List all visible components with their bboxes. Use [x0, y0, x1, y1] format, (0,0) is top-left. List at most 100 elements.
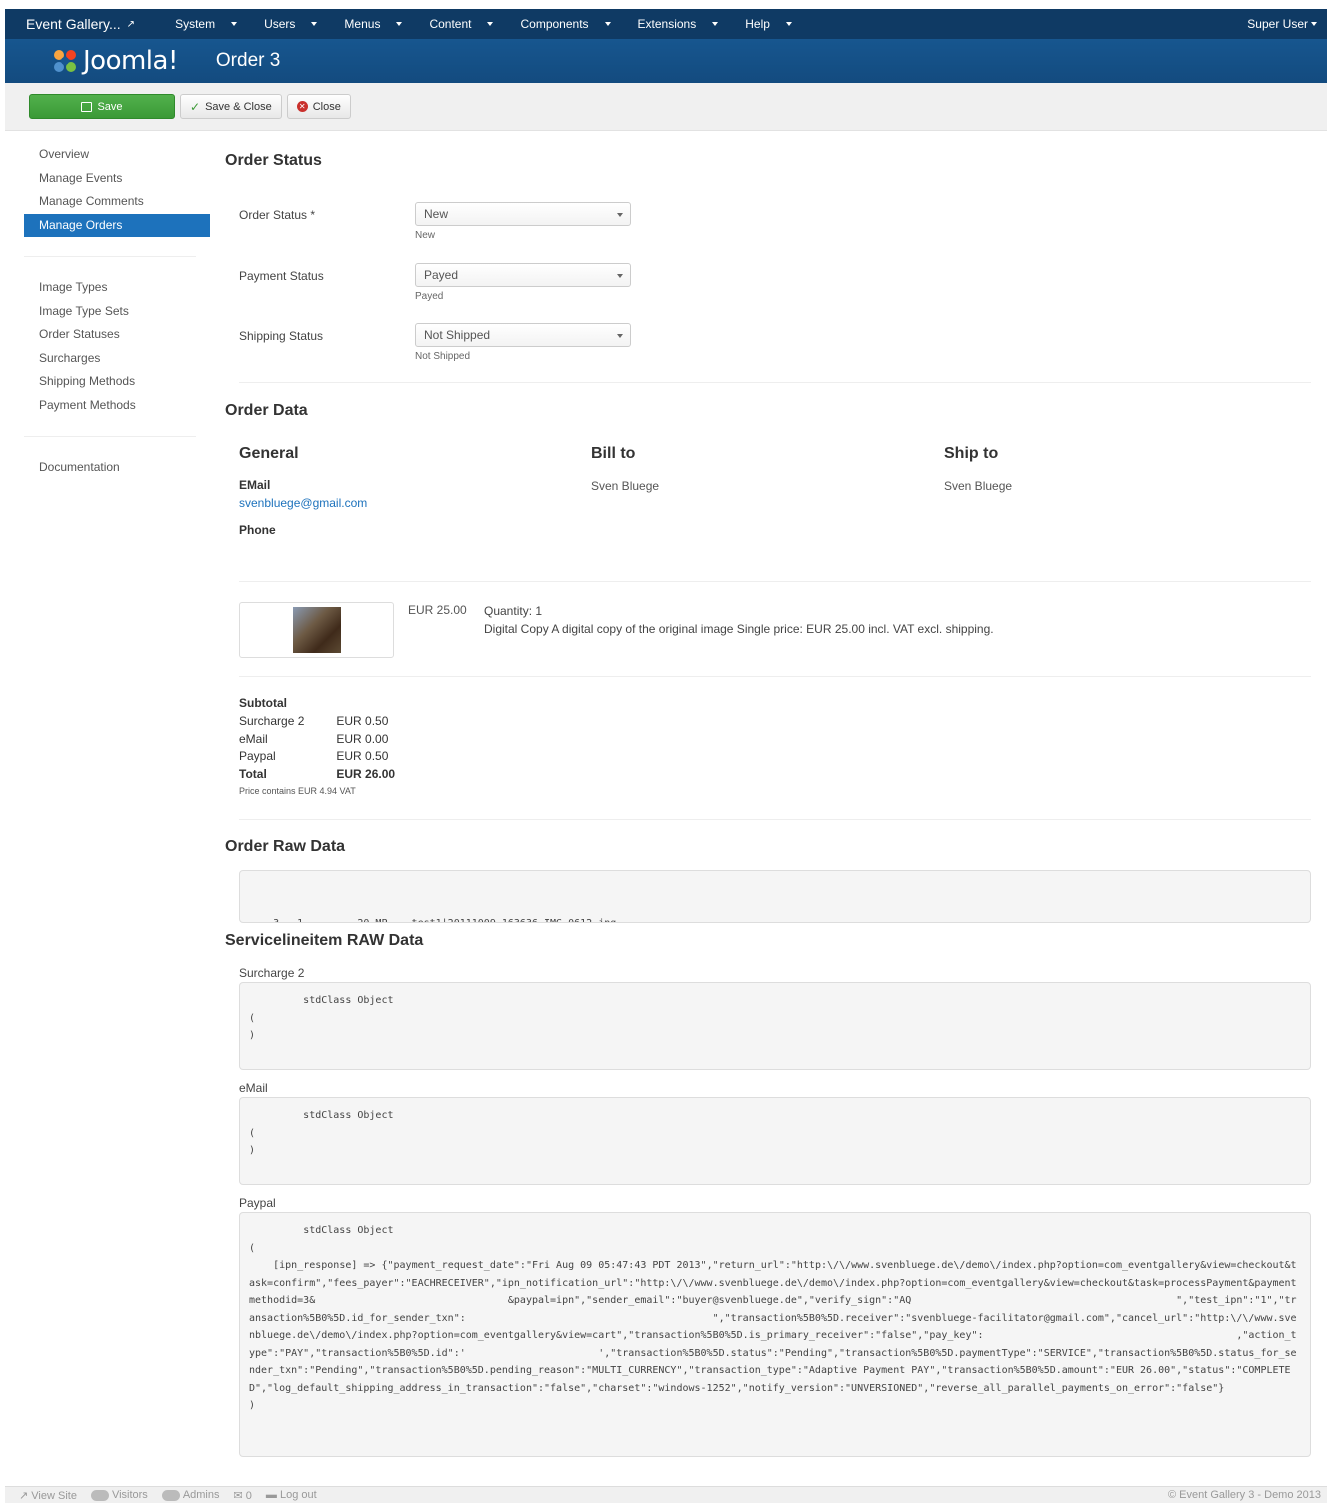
- sidebar-item-manage-orders[interactable]: Manage Orders: [24, 213, 210, 237]
- messages-indicator[interactable]: ✉ 0: [234, 1489, 252, 1502]
- sidebar-item-overview[interactable]: Overview: [24, 143, 210, 167]
- sidebar-item-manage-comments[interactable]: Manage Comments: [24, 190, 210, 214]
- admins-badge-icon: [161, 1489, 180, 1501]
- status-footer: ↗ View Site Visitors Admins ✉ 0 ▬ Log ou…: [5, 1486, 1327, 1503]
- visitors-indicator[interactable]: Visitors: [90, 1489, 148, 1501]
- service-item-label-paypal: Paypal: [239, 1196, 276, 1210]
- line-item-thumbnail-image: [293, 607, 341, 653]
- totals-row-label: Paypal: [239, 749, 276, 764]
- shipping-status-selected: Not Shipped: [424, 328, 491, 342]
- totals-row: eMail EUR 0.00: [239, 731, 427, 749]
- order-status-help: New: [415, 230, 436, 241]
- menu-menus[interactable]: Menus: [326, 17, 411, 31]
- visitors-badge-icon: [90, 1489, 109, 1501]
- totals-table: Surcharge 2 EUR 0.50 eMail EUR 0.00 Payp…: [239, 713, 427, 783]
- check-icon: ✓: [190, 99, 201, 114]
- line-item-description: Digital Copy A digital copy of the origi…: [484, 622, 994, 636]
- vat-note: Price contains EUR 4.94 VAT: [239, 786, 356, 796]
- admins-indicator[interactable]: Admins: [161, 1489, 220, 1501]
- order-status-heading: Order Status: [225, 152, 322, 169]
- page-header: Joomla! Order 3: [5, 39, 1327, 83]
- sidebar-item-shipping-methods[interactable]: Shipping Methods: [24, 370, 210, 394]
- totals-row-total: Total EUR 26.00: [239, 766, 427, 784]
- save-close-button[interactable]: ✓ Save & Close: [180, 94, 282, 119]
- view-site-label: View Site: [31, 1489, 77, 1502]
- close-button[interactable]: ✕ Close: [286, 94, 351, 119]
- sidebar-divider: [24, 436, 196, 437]
- close-icon: ✕: [296, 101, 308, 112]
- sidebar-item-order-statuses[interactable]: Order Statuses: [24, 323, 210, 347]
- divider: [239, 676, 1311, 677]
- external-link-icon: ↗: [19, 1489, 32, 1502]
- close-button-label: Close: [312, 100, 341, 113]
- bill-to-name: Sven Bluege: [591, 479, 660, 493]
- sidebar-item-image-type-sets[interactable]: Image Type Sets: [24, 300, 210, 324]
- menu-users[interactable]: Users: [246, 17, 326, 31]
- caret-down-icon: [604, 22, 611, 26]
- menu-extensions[interactable]: Extensions: [620, 17, 728, 31]
- copyright-text: © Event Gallery 3 - Demo 2013: [1167, 1489, 1321, 1501]
- logout-link[interactable]: ▬ Log out: [266, 1489, 317, 1501]
- user-menu-label: Super User: [1247, 17, 1308, 31]
- service-item-raw-surcharge: stdClass Object ( ): [239, 982, 1311, 1070]
- site-brand-label: Event Gallery...: [26, 16, 121, 32]
- order-status-select[interactable]: New: [415, 202, 631, 226]
- service-item-label-surcharge: Surcharge 2: [239, 966, 305, 980]
- save-close-button-label: Save & Close: [205, 100, 272, 113]
- servicelineitem-raw-heading: Servicelineitem RAW Data: [225, 932, 424, 949]
- save-button[interactable]: Save: [29, 94, 175, 119]
- ship-to-heading: Ship to: [944, 445, 999, 462]
- caret-down-icon: [712, 22, 719, 26]
- shipping-status-label: Shipping Status: [239, 329, 324, 343]
- menu-help[interactable]: Help: [727, 17, 801, 31]
- total-value: EUR 26.00: [336, 766, 396, 781]
- payment-status-selected: Payed: [424, 268, 459, 282]
- divider: [239, 581, 1311, 582]
- sidebar-item-image-types[interactable]: Image Types: [24, 276, 210, 300]
- logout-label: Log out: [279, 1489, 317, 1501]
- view-site-link[interactable]: ↗ View Site: [19, 1489, 77, 1502]
- general-heading: General: [239, 445, 299, 462]
- menu-system-label: System: [175, 17, 216, 31]
- chevron-down-icon: [617, 334, 623, 338]
- totals-row-label: eMail: [239, 731, 268, 746]
- payment-status-label: Payment Status: [239, 269, 324, 283]
- line-item-quantity: Quantity: 1: [484, 604, 543, 618]
- order-raw-data-heading: Order Raw Data: [225, 838, 346, 855]
- joomla-logo-icon: [54, 50, 76, 72]
- menu-components[interactable]: Components: [502, 17, 619, 31]
- sidebar-item-documentation[interactable]: Documentation: [24, 456, 210, 480]
- save-button-label: Save: [97, 100, 123, 113]
- main-menu: System Users Menus Content Components Ex…: [157, 17, 801, 31]
- chevron-down-icon: [617, 213, 623, 217]
- line-item-price: EUR 25.00: [408, 603, 467, 617]
- shipping-status-select[interactable]: Not Shipped: [415, 323, 631, 347]
- caret-down-icon: [231, 22, 238, 26]
- sidebar-item-payment-methods[interactable]: Payment Methods: [24, 394, 210, 418]
- payment-status-select[interactable]: Payed: [415, 263, 631, 287]
- totals-row: Paypal EUR 0.50: [239, 748, 427, 766]
- totals-row-value: EUR 0.00: [336, 731, 389, 746]
- external-link-icon: ↗: [126, 18, 136, 30]
- email-label: EMail: [239, 478, 271, 492]
- user-menu[interactable]: Super User: [1247, 17, 1327, 31]
- site-brand-link[interactable]: Event Gallery... ↗: [5, 16, 135, 32]
- line-item-thumbnail-frame[interactable]: [239, 602, 394, 658]
- email-link[interactable]: svenbluege@gmail.com: [239, 496, 367, 510]
- order-raw-data-block: 3 1 20 MP test1|20111009_163636_IMG_0612…: [239, 870, 1311, 923]
- page-title: Order 3: [215, 50, 281, 71]
- menu-users-label: Users: [264, 17, 296, 31]
- menu-content[interactable]: Content: [411, 17, 502, 31]
- divider: [239, 382, 1311, 383]
- joomla-logo-text: Joomla!: [83, 46, 178, 76]
- order-data-heading: Order Data: [225, 402, 308, 419]
- sidebar-item-manage-events[interactable]: Manage Events: [24, 167, 210, 191]
- caret-down-icon: [311, 22, 318, 26]
- sidebar-item-surcharges[interactable]: Surcharges: [24, 347, 210, 371]
- order-totals: Subtotal Surcharge 2 EUR 0.50 eMail EUR …: [239, 696, 427, 796]
- sidebar-divider: [24, 256, 196, 257]
- admins-label: Admins: [182, 1489, 220, 1501]
- order-status-label: Order Status *: [239, 208, 316, 222]
- menu-system[interactable]: System: [157, 17, 246, 31]
- messages-count: 0: [245, 1489, 252, 1502]
